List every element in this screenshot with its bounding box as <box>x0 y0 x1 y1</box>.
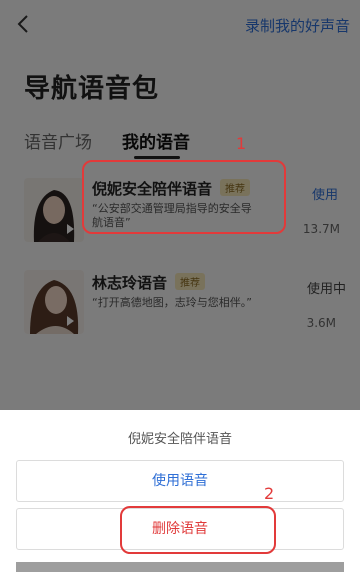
use-voice-button[interactable]: 使用语音 <box>16 460 344 502</box>
sheet-bottom-edge <box>16 562 344 572</box>
annotation-box-2 <box>120 506 276 554</box>
annotation-number-1: 1 <box>236 134 247 153</box>
annotation-number-2: 2 <box>264 484 275 503</box>
annotation-box-1 <box>82 160 286 234</box>
action-sheet-title: 倪妮安全陪伴语音 <box>127 432 232 447</box>
